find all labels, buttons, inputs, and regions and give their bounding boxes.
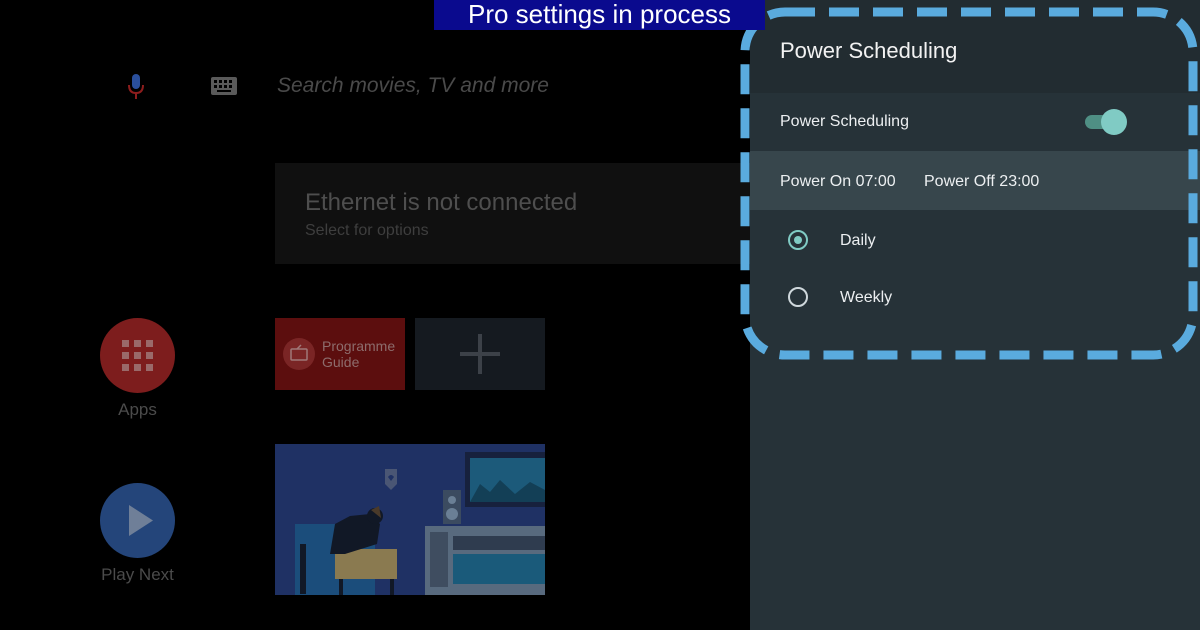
power-scheduling-row[interactable]: Power Scheduling <box>750 93 1200 151</box>
programme-guide-tile[interactable]: Programme Guide <box>275 318 405 390</box>
play-next-button[interactable] <box>100 483 175 558</box>
apps-label: Apps <box>118 400 157 419</box>
weekly-option[interactable]: Weekly <box>750 271 1200 326</box>
toggle-thumb <box>1101 109 1127 135</box>
featured-content-tile[interactable] <box>275 444 545 595</box>
daily-option[interactable]: Daily <box>750 214 1200 269</box>
status-banner: Pro settings in process <box>434 0 765 30</box>
settings-panel: Power Scheduling Power Scheduling Power … <box>750 0 1200 630</box>
plus-icon <box>460 334 500 374</box>
power-times-row[interactable]: Power On 07:00 Power Off 23:00 <box>750 151 1200 210</box>
network-status-subtitle: Select for options <box>305 222 429 239</box>
tv-guide-icon <box>283 338 315 370</box>
status-banner-text: Pro settings in process <box>467 0 731 29</box>
network-status-card[interactable]: Ethernet is not connected Select for opt… <box>275 163 750 264</box>
living-room-illustration <box>275 444 545 595</box>
grid-icon <box>122 340 153 371</box>
play-icon <box>129 505 153 536</box>
apps-button[interactable] <box>100 318 175 393</box>
mic-icon[interactable] <box>126 72 146 102</box>
page-title: Power Scheduling <box>780 38 958 63</box>
weekly-label: Weekly <box>840 289 893 306</box>
daily-radio[interactable] <box>788 230 808 250</box>
keyboard-icon[interactable] <box>211 77 237 95</box>
search-bar: Search movies, TV and more <box>0 50 750 120</box>
power-on-time: Power On 07:00 <box>780 173 896 190</box>
weekly-radio[interactable] <box>788 287 808 307</box>
programme-guide-label: Programme Guide <box>322 338 396 370</box>
power-scheduling-label: Power Scheduling <box>780 113 909 130</box>
daily-label: Daily <box>840 232 876 249</box>
network-status-title: Ethernet is not connected <box>305 189 578 216</box>
add-channel-tile[interactable] <box>415 318 545 390</box>
power-off-time: Power Off 23:00 <box>924 173 1040 190</box>
play-next-label: Play Next <box>101 565 174 584</box>
search-input[interactable]: Search movies, TV and more <box>277 74 549 98</box>
power-scheduling-toggle[interactable] <box>1085 109 1127 135</box>
panel-header: Power Scheduling <box>750 0 1200 93</box>
